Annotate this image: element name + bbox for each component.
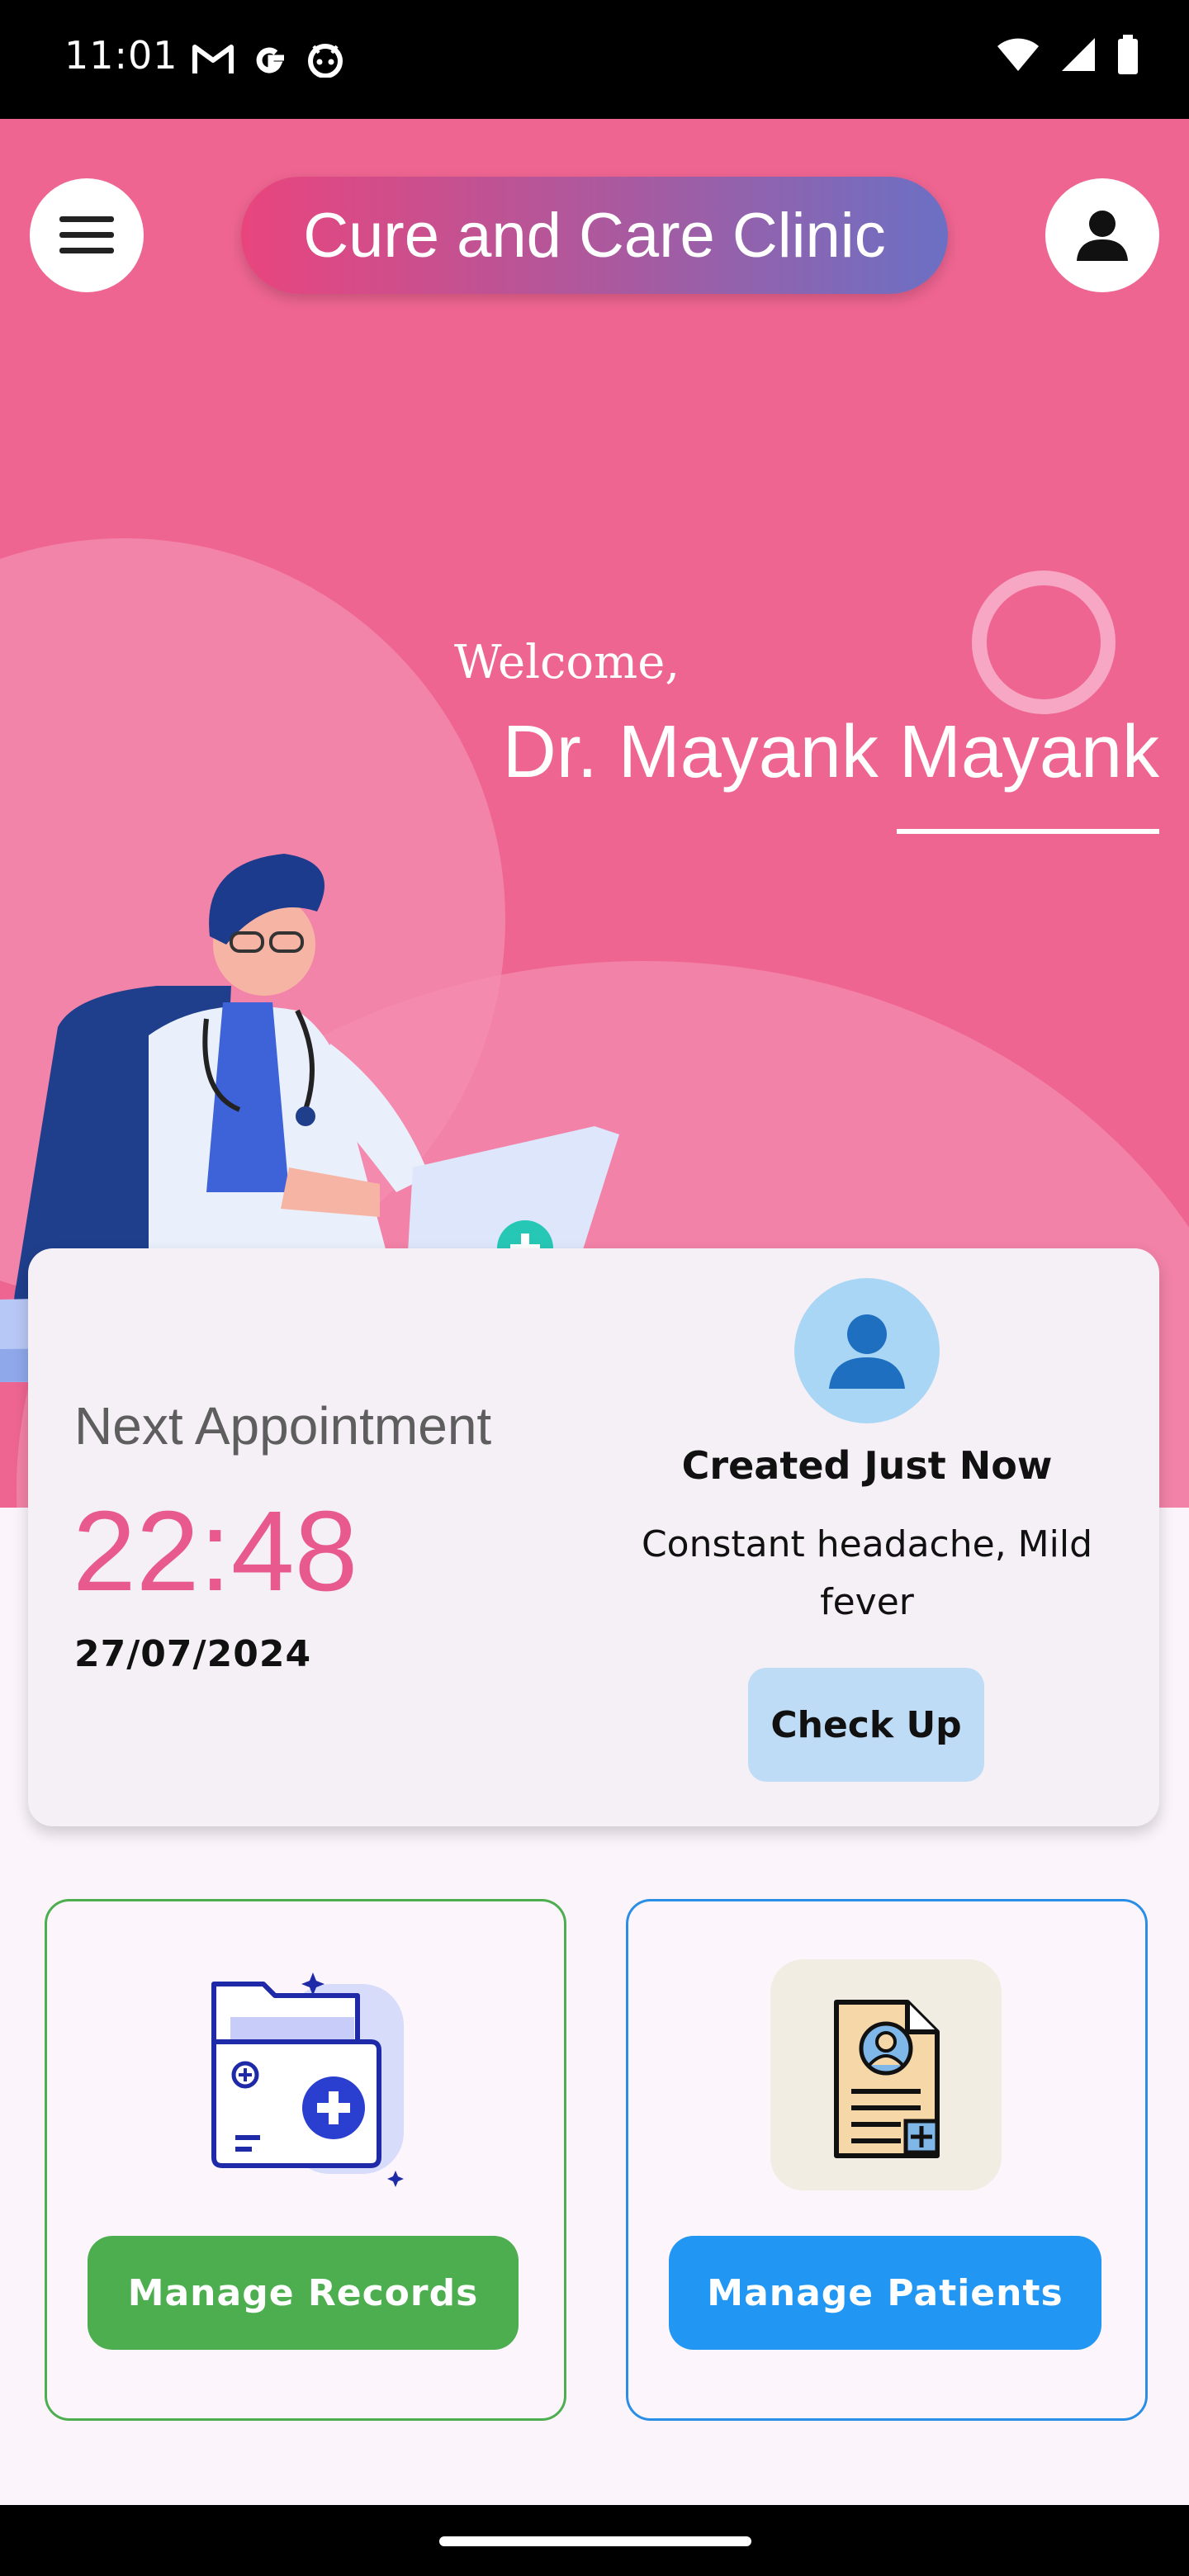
- welcome-text: Welcome,: [454, 636, 680, 689]
- patient-avatar: [794, 1278, 940, 1423]
- patient-profile-document-icon: [770, 1959, 1002, 2190]
- appointment-time: 22:48: [73, 1488, 358, 1615]
- google-icon: [256, 47, 284, 73]
- android-icon: [308, 44, 343, 78]
- check-up-button[interactable]: Check Up: [748, 1668, 984, 1782]
- gmail-icon: [192, 45, 234, 73]
- home-gesture-handle[interactable]: [439, 2536, 751, 2546]
- menu-button[interactable]: [30, 178, 144, 292]
- person-icon: [1077, 211, 1128, 261]
- doctor-name: Dr. Mayank Mayank: [502, 711, 1159, 793]
- appointment-date: 27/07/2024: [74, 1633, 312, 1675]
- status-notification-icons: [192, 38, 345, 79]
- person-icon: [829, 1314, 905, 1389]
- created-label: Created Just Now: [681, 1443, 1053, 1488]
- manage-records-button[interactable]: Manage Records: [88, 2236, 519, 2350]
- next-appointment-label: Next Appointment: [74, 1396, 492, 1456]
- status-system-icons: [996, 35, 1139, 74]
- medical-folder-icon: [211, 1972, 404, 2187]
- hamburger-menu-icon: [59, 216, 114, 253]
- signal-icon: [1062, 38, 1095, 71]
- name-underline: [897, 829, 1159, 834]
- profile-button[interactable]: [1045, 178, 1159, 292]
- manage-patients-button[interactable]: Manage Patients: [669, 2236, 1101, 2350]
- clinic-title: Cure and Care Clinic: [241, 177, 948, 294]
- wifi-icon: [997, 38, 1039, 71]
- patient-complaint: Constant headache, Mild fever: [641, 1523, 1093, 1623]
- status-time: 11:01: [64, 33, 178, 78]
- battery-icon: [1118, 35, 1138, 74]
